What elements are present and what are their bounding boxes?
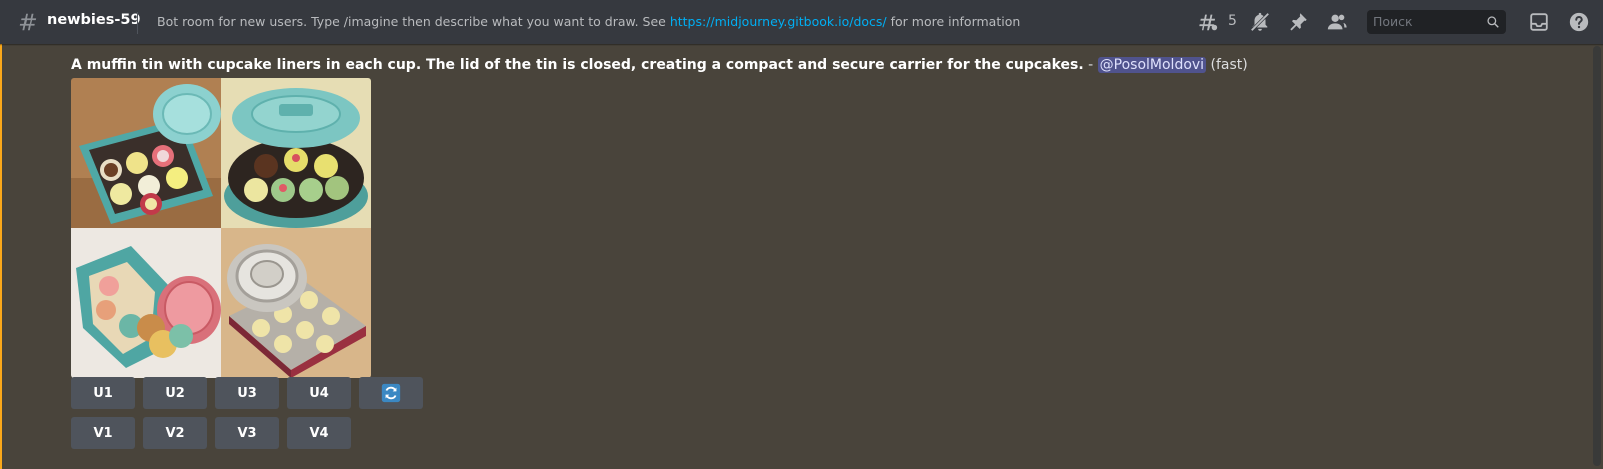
- message-prompt: A muffin tin with cupcake liners in each…: [71, 57, 1084, 73]
- upscale-button-1[interactable]: U1: [71, 377, 135, 409]
- channel-header: newbies-59 Bot room for new users. Type …: [0, 0, 1603, 44]
- threads-icon[interactable]: [1197, 11, 1219, 33]
- message-area: A muffin tin with cupcake liners in each…: [0, 44, 1603, 469]
- variation-button-4[interactable]: V4: [287, 417, 351, 449]
- message-separator: -: [1083, 57, 1098, 73]
- search-placeholder: Поиск: [1373, 14, 1413, 29]
- scrollbar[interactable]: [1593, 46, 1601, 466]
- topic-text-prefix: Bot room for new users. Type /imagine th…: [157, 14, 670, 29]
- channel-name: newbies-59: [47, 12, 141, 28]
- header-divider: [137, 12, 138, 34]
- reroll-icon: [381, 383, 401, 403]
- mute-bell-icon[interactable]: [1249, 11, 1271, 33]
- channel-hash-icon: [19, 13, 37, 31]
- variation-button-1[interactable]: V1: [71, 417, 135, 449]
- upscale-button-2[interactable]: U2: [143, 377, 207, 409]
- message-content: A muffin tin with cupcake liners in each…: [71, 57, 1248, 73]
- topic-text-suffix: for more information: [886, 14, 1021, 29]
- variation-button-3[interactable]: V3: [215, 417, 279, 449]
- search-input[interactable]: Поиск: [1367, 10, 1506, 34]
- variation-button-2[interactable]: V2: [143, 417, 207, 449]
- upscale-button-4[interactable]: U4: [287, 377, 351, 409]
- topic-docs-link[interactable]: https://midjourney.gitbook.io/docs/: [670, 14, 887, 29]
- muffin-tin-image-2: [221, 78, 371, 228]
- image-tile-2: [221, 78, 371, 228]
- mention-highlight-bar: [0, 44, 2, 469]
- inbox-icon[interactable]: [1528, 11, 1550, 33]
- members-icon[interactable]: [1326, 11, 1348, 33]
- reroll-button[interactable]: [359, 377, 423, 409]
- image-tile-1: [71, 78, 221, 228]
- image-tile-3: [71, 228, 221, 378]
- user-mention[interactable]: @PosolMoldovi: [1097, 57, 1207, 73]
- pin-icon[interactable]: [1287, 11, 1309, 33]
- upscale-button-3[interactable]: U3: [215, 377, 279, 409]
- generation-speed: (fast): [1210, 57, 1248, 73]
- muffin-tin-image-3: [71, 228, 221, 378]
- muffin-tin-image-1: [71, 78, 221, 228]
- threads-count: 5: [1228, 13, 1237, 29]
- muffin-tin-image-4: [221, 228, 371, 378]
- image-tile-4: [221, 228, 371, 378]
- generated-image-grid[interactable]: [71, 78, 371, 378]
- help-icon[interactable]: [1568, 11, 1590, 33]
- search-icon: [1487, 16, 1499, 28]
- channel-topic[interactable]: Bot room for new users. Type /imagine th…: [157, 14, 1020, 29]
